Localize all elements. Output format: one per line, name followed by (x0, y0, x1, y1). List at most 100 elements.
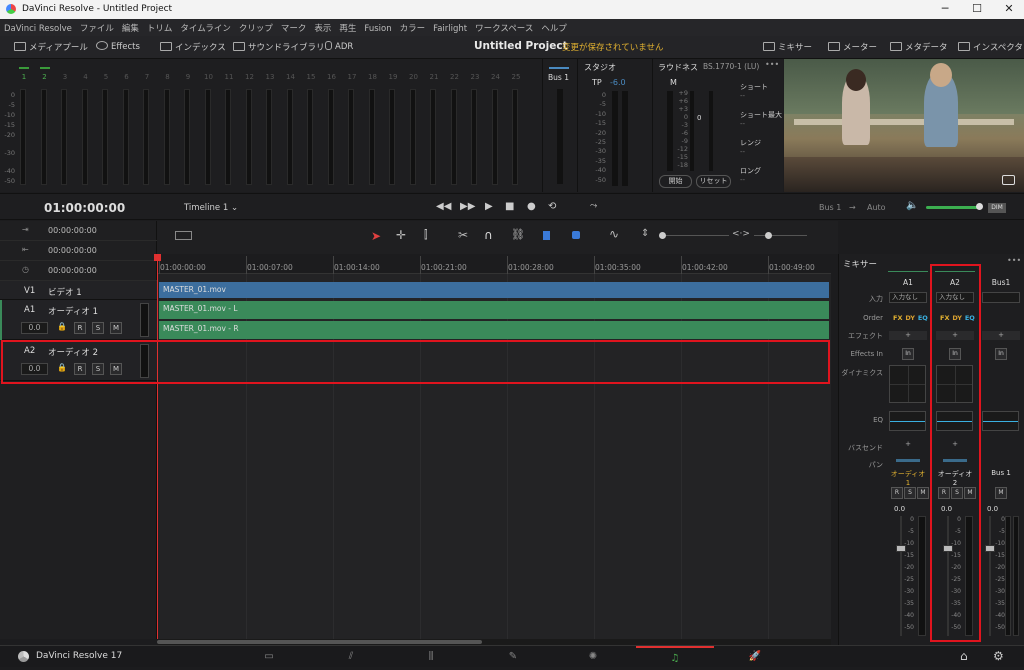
record-arm-button[interactable]: R (74, 322, 86, 334)
mute-button[interactable]: M (110, 322, 122, 334)
menu-item-trim[interactable]: トリム (143, 19, 177, 34)
marker-icon[interactable] (572, 231, 580, 239)
inspector-button[interactable]: インスペクタ (958, 41, 1023, 53)
menu-item-fusion[interactable]: Fusion (360, 21, 395, 34)
menu-item-playback[interactable]: 再生 (335, 19, 360, 34)
close-button[interactable]: ✕ (996, 2, 1022, 17)
volume-slider-knob[interactable] (976, 203, 983, 210)
range-select-icon[interactable]: ✛ (396, 228, 406, 242)
adr-button[interactable]: ADR (325, 41, 353, 52)
playhead-handle[interactable] (154, 254, 161, 261)
cut-page-button[interactable]: ⫽ (312, 646, 390, 668)
track-volume[interactable]: 0.0 (21, 322, 48, 334)
playhead[interactable] (154, 254, 161, 639)
loudness-reset-button[interactable]: リセット (696, 175, 731, 188)
edit-page-button[interactable]: ⫼ (392, 646, 470, 668)
stop-button[interactable]: ■ (505, 201, 514, 212)
horizontal-zoom-knob[interactable] (765, 232, 772, 239)
menu-item-color[interactable]: カラー (396, 19, 430, 34)
timeline-selector[interactable]: Timeline 1 ⌄ (184, 203, 238, 213)
vertical-zoom-knob[interactable] (659, 232, 666, 239)
automation-icon[interactable]: ⤳ (590, 201, 597, 211)
trim-tool-icon[interactable]: ⫿ (424, 228, 428, 242)
menu-item-fairlight[interactable]: Fairlight (429, 21, 471, 34)
rewind-button[interactable]: ◀◀ (436, 201, 451, 212)
channel-fader[interactable] (989, 516, 991, 636)
menu-item-mark[interactable]: マーク (277, 19, 311, 34)
minimize-button[interactable]: ─ (932, 2, 958, 17)
lock-icon[interactable]: 🔒 (57, 322, 67, 331)
sound-library-button[interactable]: サウンドライブラリ (233, 41, 325, 53)
channel-mute-button[interactable]: M (995, 487, 1007, 499)
loop-icon[interactable]: ⟲ (548, 201, 556, 212)
bus-send-button[interactable]: + (889, 440, 927, 449)
play-button[interactable]: ▶ (485, 201, 493, 212)
channel-mute-button[interactable]: M (917, 487, 929, 499)
video-viewer[interactable] (784, 59, 1024, 192)
menu-item-file[interactable]: ファイル (76, 19, 118, 34)
horizontal-zoom-icon[interactable]: <·> (732, 229, 750, 239)
flag-icon[interactable] (543, 231, 550, 240)
order-fx-tags[interactable]: FX DY EQ (893, 313, 928, 323)
track-header-v1[interactable]: V1 ビデオ 1 (0, 281, 157, 300)
effects-button[interactable]: Effects (96, 41, 140, 52)
horizontal-zoom-slider[interactable] (754, 235, 807, 236)
eq-graph[interactable] (889, 411, 926, 431)
dynamics-graph[interactable] (889, 365, 926, 403)
home-icon[interactable]: ⌂ (960, 649, 968, 663)
pan-indicator[interactable] (896, 459, 920, 462)
menu-item-timeline[interactable]: タイムライン (176, 19, 234, 34)
menu-item-davinci[interactable]: DaVinci Resolve (0, 21, 76, 34)
viewer-fullscreen-icon[interactable] (1002, 175, 1015, 185)
color-page-button[interactable]: ✺ (554, 646, 632, 668)
fairlight-page-button[interactable]: ♫ (636, 646, 714, 668)
loudness-options-button[interactable]: ••• (765, 60, 779, 69)
timeline-tracks[interactable]: MASTER_01.mov MASTER_01.mov - L MASTER_0… (157, 274, 831, 639)
loudness-start-button[interactable]: 開始 (659, 175, 692, 188)
media-page-button[interactable]: ▭ (230, 646, 308, 668)
metadata-button[interactable]: メタデータ (890, 41, 948, 53)
menu-item-view[interactable]: 表示 (310, 19, 335, 34)
channel-record-button[interactable]: R (891, 487, 903, 499)
settings-icon[interactable]: ⚙ (993, 649, 1004, 663)
audio-clip-left[interactable]: MASTER_01.mov - L (159, 301, 829, 319)
pointer-tool-icon[interactable]: ➤ (371, 229, 381, 243)
media-pool-button[interactable]: メディアプール (14, 41, 88, 53)
audio-clip-right[interactable]: MASTER_01.mov - R (159, 321, 829, 339)
effects-in-button[interactable]: In (995, 348, 1007, 360)
solo-button[interactable]: S (92, 322, 104, 334)
speaker-icon[interactable]: 🔈 (906, 200, 918, 211)
waveform-zoom-icon[interactable]: ∿ (609, 227, 619, 241)
menu-item-help[interactable]: ヘルプ (537, 19, 571, 34)
link-icon[interactable]: ⛓ (511, 228, 525, 241)
menu-item-workspace[interactable]: ワークスペース (471, 19, 537, 34)
deliver-page-button[interactable]: 🚀 (716, 646, 794, 668)
menu-item-clip[interactable]: クリップ (235, 19, 277, 34)
record-button[interactable]: ● (527, 201, 536, 212)
mixer-button[interactable]: ミキサー (763, 41, 812, 53)
volume-slider[interactable] (926, 206, 980, 209)
channel-solo-button[interactable]: S (904, 487, 916, 499)
add-effect-button[interactable]: + (889, 331, 927, 340)
maximize-button[interactable]: ☐ (964, 2, 990, 17)
index-button[interactable]: インデックス (160, 41, 226, 53)
add-effect-button[interactable]: + (982, 331, 1020, 340)
video-clip[interactable]: MASTER_01.mov (159, 282, 829, 298)
effects-in-button[interactable]: In (902, 348, 914, 360)
automation-mode[interactable]: Auto (867, 203, 886, 212)
timeline-ruler[interactable]: 01:00:00:00 01:00:07:00 01:00:14:00 01:00:2… (157, 254, 831, 274)
meters-button[interactable]: メーター (828, 41, 877, 53)
timecode-display[interactable]: 01:00:00:00 (44, 201, 125, 215)
fusion-page-button[interactable]: ✎ (474, 646, 552, 668)
eq-graph[interactable] (982, 411, 1019, 431)
razor-icon[interactable]: ✂ (458, 228, 468, 242)
menu-item-edit[interactable]: 編集 (118, 19, 143, 34)
input-selector[interactable]: 入力なし (889, 292, 927, 303)
timeline-view-icon[interactable] (175, 231, 192, 240)
vertical-zoom-slider[interactable] (661, 235, 729, 236)
input-selector[interactable] (982, 292, 1020, 303)
vertical-zoom-icon[interactable]: ⇕ (641, 228, 649, 239)
snapping-icon[interactable]: ∩ (484, 228, 493, 242)
track-header-a1[interactable]: A1 オーディオ 1 0.0 🔒 R S M (0, 300, 157, 340)
dim-button[interactable]: DIM (988, 203, 1006, 213)
